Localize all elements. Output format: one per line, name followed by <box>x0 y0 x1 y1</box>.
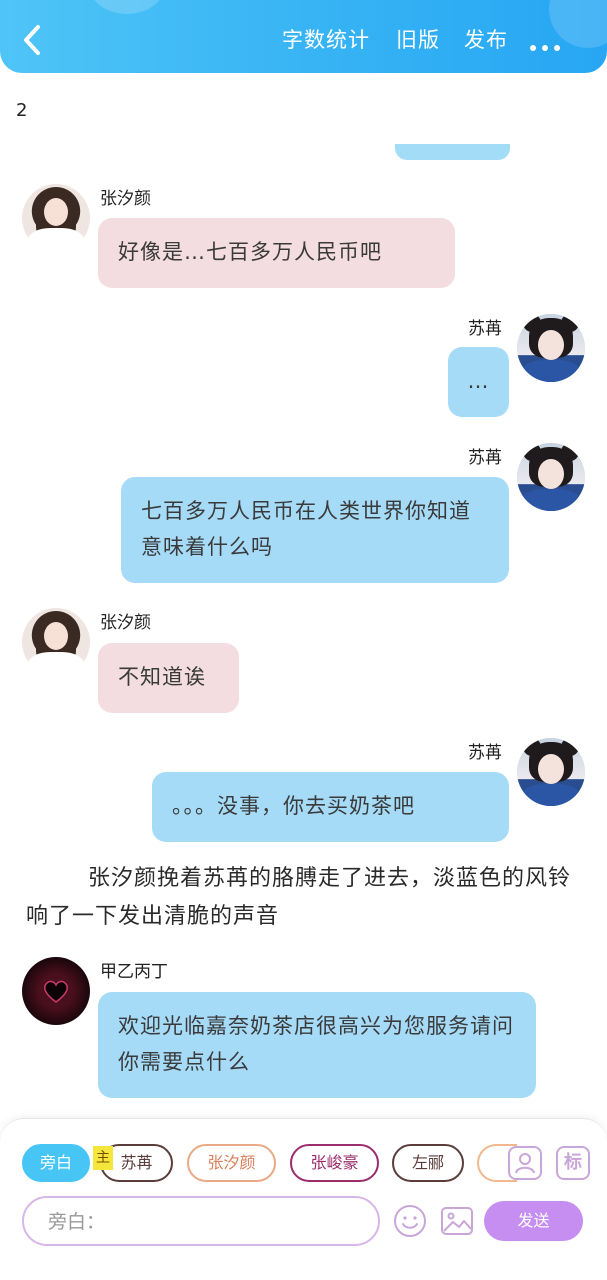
previous-message-bubble <box>395 144 510 160</box>
avatar-zhang-xiyan[interactable] <box>22 608 90 676</box>
page-number: 2 <box>16 100 28 121</box>
old-version-button[interactable]: 旧版 <box>396 24 440 54</box>
role-chip-narrator[interactable]: 旁白 <box>22 1144 90 1182</box>
speaker-name: 苏苒 <box>468 743 502 763</box>
message-bubble[interactable]: … <box>448 347 509 417</box>
message-bubble[interactable]: 欢迎光临嘉奈奶茶店很高兴为您服务请问你需要点什么 <box>98 992 536 1098</box>
send-button[interactable]: 发送 <box>484 1201 583 1241</box>
message-input[interactable] <box>48 1208 358 1236</box>
narration-text: 张汐颜挽着苏苒的胳膊走了进去，淡蓝色的风铃响了一下发出清脆的声音 <box>26 866 572 929</box>
avatar-zhang-xiyan[interactable] <box>22 184 90 252</box>
role-chip-zhang-junhao[interactable]: 张峻豪 <box>290 1144 379 1182</box>
character-user-icon[interactable] <box>508 1146 542 1180</box>
speaker-name: 张汐颜 <box>100 189 151 209</box>
top-bar: 字数统计 旧版 发布 <box>0 0 607 73</box>
heart-icon <box>44 980 68 1003</box>
back-chevron-icon[interactable] <box>18 22 48 58</box>
message-bubble[interactable]: 不知道诶 <box>98 643 239 713</box>
main-role-badge: 主 <box>93 1146 113 1170</box>
role-chip-zuo-li[interactable]: 左郦 <box>392 1144 464 1182</box>
avatar-su-ran[interactable] <box>517 738 585 806</box>
word-count-button[interactable]: 字数统计 <box>282 24 370 54</box>
message-bubble[interactable]: 好像是…七百多万人民币吧 <box>98 218 455 288</box>
avatar-jia-yi-bing-ding[interactable] <box>22 957 90 1025</box>
more-dots-icon[interactable] <box>530 36 570 51</box>
speaker-name: 甲乙丙丁 <box>100 962 168 982</box>
role-chip-zhang-xiyan[interactable]: 张汐颜 <box>187 1144 276 1182</box>
speaker-name: 苏苒 <box>468 319 502 339</box>
speaker-name: 张汐颜 <box>100 613 151 633</box>
header-decoration <box>88 0 166 14</box>
speaker-name: 苏苒 <box>468 448 502 468</box>
avatar-su-ran[interactable] <box>517 314 585 382</box>
publish-button[interactable]: 发布 <box>464 24 508 54</box>
message-bubble[interactable]: 。。。没事，你去买奶茶吧 <box>152 772 509 842</box>
emoji-icon[interactable] <box>392 1203 428 1239</box>
composer-input-wrapper[interactable] <box>22 1196 380 1246</box>
image-icon[interactable] <box>439 1203 475 1239</box>
avatar-su-ran[interactable] <box>517 443 585 511</box>
tag-button[interactable]: 标 <box>556 1146 590 1180</box>
message-bubble[interactable]: 七百多万人民币在人类世界你知道意味着什么吗 <box>121 477 509 583</box>
